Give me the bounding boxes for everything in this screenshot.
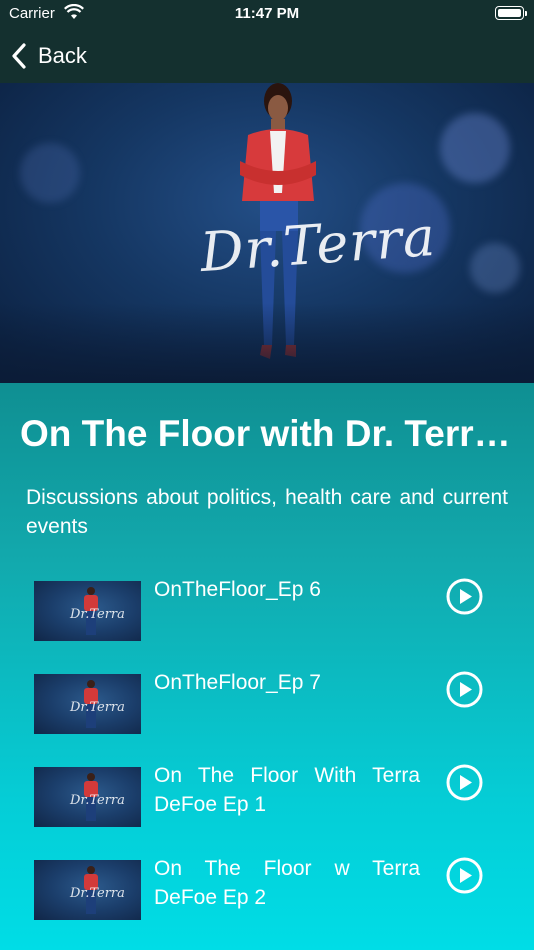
clock: 11:47 PM <box>234 5 300 22</box>
show-title: On The Floor with Dr. Terra DeFoe <box>20 413 514 454</box>
episode-thumbnail: Dr.Terra <box>34 767 141 827</box>
play-icon[interactable] <box>446 671 483 708</box>
episode-title: OnTheFloor_Ep 6 <box>154 578 321 601</box>
show-cover-image: Dr.Terra <box>0 83 534 383</box>
navigation-bar: Back <box>0 28 534 83</box>
play-icon[interactable] <box>446 857 483 894</box>
play-icon[interactable] <box>446 578 483 615</box>
episode-title: On The Floor w Terra DeFoe Ep 2 <box>154 857 420 909</box>
episode-row[interactable]: Dr.Terra On The Floor w Terra DeFoe Ep 2 <box>0 852 534 934</box>
episode-row[interactable]: Dr.Terra OnTheFloor_Ep 7 <box>0 666 534 748</box>
chevron-left-icon <box>12 42 26 69</box>
episode-row[interactable]: Dr.Terra On The Floor With Terra DeFoe E… <box>0 759 534 841</box>
play-icon[interactable] <box>446 764 483 801</box>
episode-thumbnail: Dr.Terra <box>34 581 141 641</box>
episode-row[interactable]: Dr.Terra OnTheFloor_Ep 6 <box>0 573 534 655</box>
episode-title: On The Floor With Terra DeFoe Ep 1 <box>154 764 420 816</box>
show-description: Discussions about politics, health care … <box>26 486 508 538</box>
back-button[interactable]: Back <box>10 42 87 70</box>
back-label: Back <box>38 42 87 68</box>
episode-title: OnTheFloor_Ep 7 <box>154 671 321 694</box>
episode-thumbnail: Dr.Terra <box>34 674 141 734</box>
status-bar: Carrier 11:47 PM <box>0 0 534 28</box>
battery-icon <box>495 6 527 20</box>
episode-thumbnail: Dr.Terra <box>34 860 141 920</box>
